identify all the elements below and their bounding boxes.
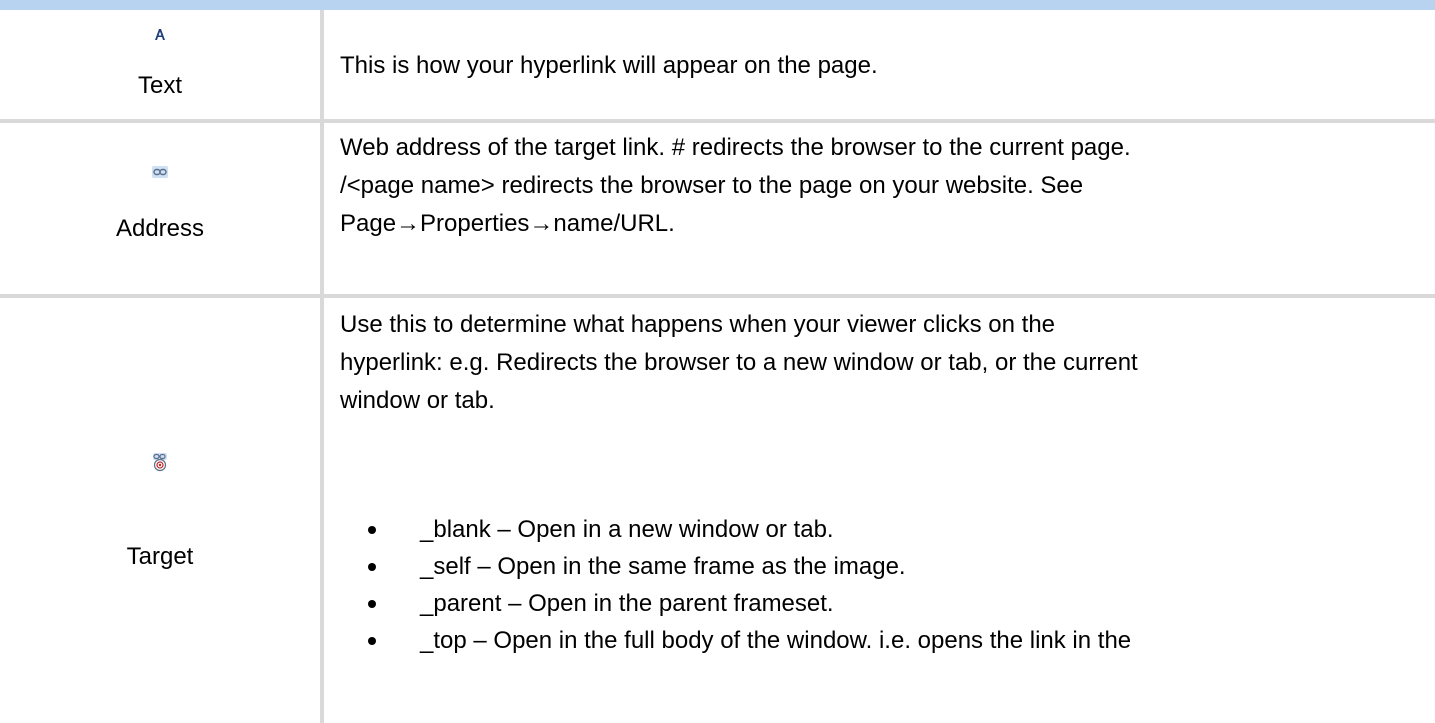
list-item: _self – Open in the same frame as the im… (340, 548, 1430, 585)
row-description-address: Web address of the target link. # redire… (340, 129, 1420, 243)
row-label-text: Text (137, 72, 182, 99)
row-description-text: This is how your hyperlink will appear o… (340, 52, 878, 79)
bullet-icon (368, 637, 376, 645)
bullet-icon (368, 600, 376, 608)
bullet-icon (368, 563, 376, 571)
list-item: _top – Open in the full body of the wind… (340, 622, 1430, 659)
description-line: window or tab. (340, 387, 495, 414)
bullet-icon (368, 526, 376, 534)
column-divider (320, 10, 324, 723)
top-bar (0, 0, 1435, 10)
row-label-target: Target (126, 543, 194, 570)
description-line: Page→Properties→name/URL. (340, 210, 675, 237)
link-icon (0, 165, 320, 183)
row-label-address: Address (115, 215, 205, 242)
target-options-list: _blank – Open in a new window or tab. _s… (340, 511, 1430, 659)
link-target-icon (0, 452, 320, 477)
list-item: _blank – Open in a new window or tab. (340, 511, 1430, 548)
description-line: hyperlink: e.g. Redirects the browser to… (340, 349, 1138, 376)
description-line: Use this to determine what happens when … (340, 311, 1056, 338)
row-description-target: Use this to determine what happens when … (340, 306, 1420, 420)
list-item: _parent – Open in the parent frameset. (340, 585, 1430, 622)
text-color-icon (0, 26, 320, 47)
description-line: Web address of the target link. # redire… (340, 134, 1131, 161)
description-line: /<page name> redirects the browser to th… (340, 172, 1084, 199)
